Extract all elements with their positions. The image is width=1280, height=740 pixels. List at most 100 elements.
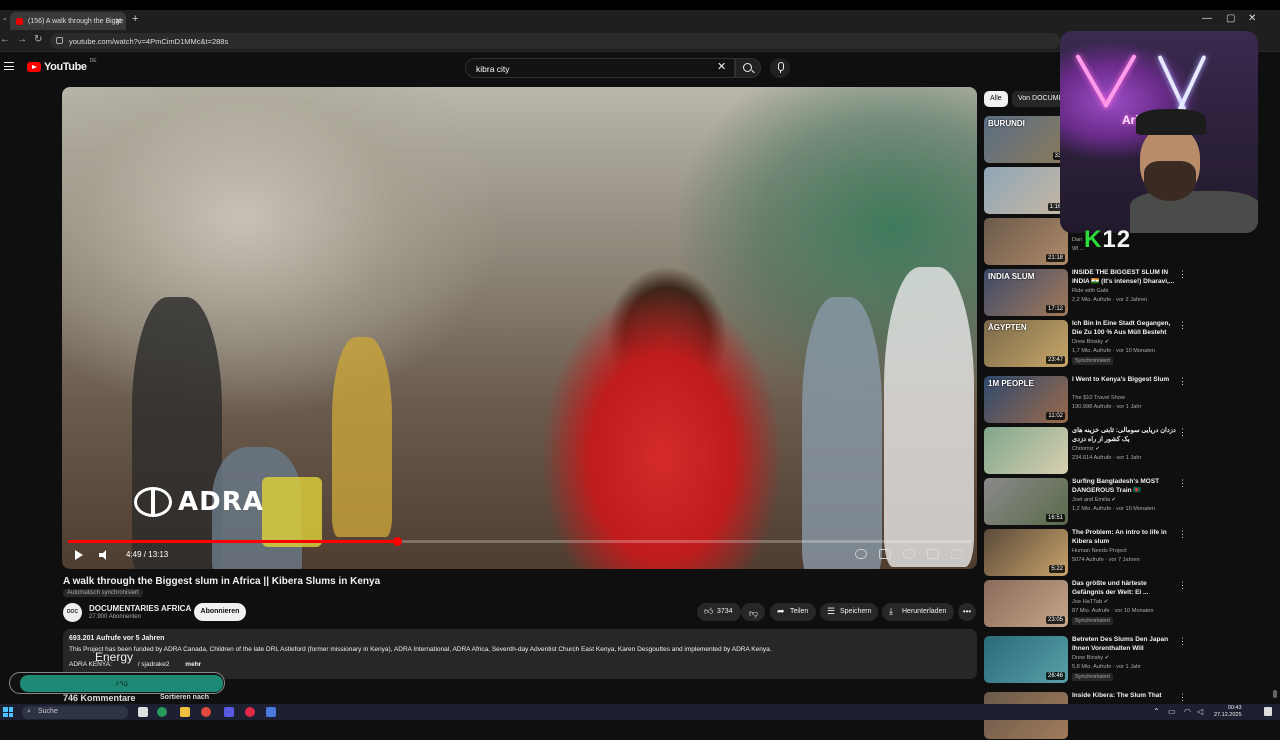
chrome-icon[interactable]	[201, 707, 211, 717]
progress-scrubber-handle[interactable]	[392, 537, 402, 546]
save-button[interactable]: ☰ Speichern	[820, 603, 878, 621]
progress-bar[interactable]	[68, 537, 971, 546]
settings-gear-icon[interactable]	[903, 549, 915, 559]
recommended-video[interactable]: INDIA SLUM 17:12 INSIDE THE BIGGEST SLUM I…	[984, 269, 1274, 317]
channel-name[interactable]: DOCUMENTARIES AFRICA	[89, 604, 191, 613]
taskbar-clock[interactable]: 00:43 27.12.2025	[1214, 705, 1242, 719]
maximize-button[interactable]: ▢	[1226, 13, 1235, 24]
minimize-button[interactable]: —	[1202, 13, 1212, 24]
description-link[interactable]: / sjadrake2	[138, 661, 170, 668]
speaker-icon[interactable]: ◁	[1197, 707, 1203, 716]
app-taskbar-icon[interactable]	[266, 707, 276, 717]
youtube-logo[interactable]: YouTube DE	[27, 58, 97, 73]
dislike-button[interactable]: 👎︎	[741, 603, 765, 621]
recommended-channel-name[interactable]: Ride with Gabi	[1072, 288, 1108, 294]
recommended-video[interactable]: 1M PEOPLE 11:02 I Went to Kenya's Biggest …	[984, 376, 1274, 424]
video-thumbnail[interactable]: 23:05	[984, 580, 1068, 627]
more-options-icon[interactable]: ⋮	[1178, 427, 1187, 438]
url-field[interactable]: youtube.com/watch?v=4PmCimD1MMc&t=288s	[50, 33, 1060, 49]
tab-close-icon[interactable]: ✕	[114, 16, 122, 27]
volume-icon[interactable]	[99, 550, 109, 560]
more-actions-button[interactable]: •••	[958, 603, 976, 621]
video-thumbnail[interactable]: 1:16:	[984, 167, 1068, 214]
video-player[interactable]: ADRA 4:49 / 13:13	[62, 87, 977, 569]
autoplay-toggle-icon[interactable]	[855, 549, 867, 559]
more-options-icon[interactable]: ⋮	[1178, 636, 1187, 647]
more-options-icon[interactable]: ⋮	[1178, 269, 1187, 280]
site-info-icon[interactable]	[56, 37, 63, 44]
more-options-icon[interactable]: ⋮	[1178, 580, 1187, 591]
recommended-channel-name[interactable]: Drew Binsky ✔	[1072, 655, 1109, 661]
theater-mode-icon[interactable]	[927, 549, 939, 559]
clear-search-icon[interactable]: ✕	[717, 60, 726, 73]
share-button[interactable]: ➦ Teilen	[770, 603, 816, 621]
download-button[interactable]: ⤓ Herunterladen	[882, 603, 954, 621]
discord-icon[interactable]	[224, 707, 234, 717]
recommended-video[interactable]: دزدان دریایی سومالی: ثابتی خزینه های یک …	[984, 427, 1274, 475]
more-options-icon[interactable]: ⋮	[1178, 529, 1187, 540]
notifications-icon[interactable]	[1264, 707, 1272, 716]
video-thumbnail[interactable]: 5:22	[984, 529, 1068, 576]
more-options-icon[interactable]: ⋮	[1178, 376, 1187, 387]
play-icon[interactable]	[75, 550, 83, 560]
reload-icon[interactable]: ↻	[34, 34, 42, 45]
recommended-channel-name[interactable]: Drew Binsky ✔	[1072, 339, 1109, 345]
sort-comments-button[interactable]: Sortieren nach	[160, 694, 209, 701]
taskbar-search-box[interactable]: ⌕ Suche	[22, 706, 128, 719]
scrollbar-thumb[interactable]	[1273, 690, 1277, 698]
video-thumbnail[interactable]: INDIA SLUM 17:12	[984, 269, 1068, 316]
close-window-button[interactable]: ✕	[1248, 13, 1256, 24]
recommended-video[interactable]: 16:51 Surfing Bangladesh's MOST DANGEROUS…	[984, 478, 1274, 526]
recording-app-icon[interactable]	[245, 707, 255, 717]
search-button[interactable]	[735, 58, 761, 78]
video-thumbnail[interactable]: 21:18	[984, 218, 1068, 265]
file-explorer-icon[interactable]	[180, 707, 190, 717]
recommended-video[interactable]: 23:05 Das größte und härteste Gefängnis d…	[984, 580, 1274, 628]
video-thumbnail[interactable]: 1M PEOPLE 11:02	[984, 376, 1068, 423]
chip-all[interactable]: Alle	[984, 91, 1008, 107]
neon-light-shape	[1075, 54, 1109, 108]
recommended-channel-name[interactable]: The $10 Travel Show	[1072, 395, 1125, 401]
tab-list-chevron-icon[interactable]: ⌄	[2, 14, 8, 22]
back-arrow-icon[interactable]: ←	[0, 34, 10, 45]
task-view-icon[interactable]	[138, 707, 148, 717]
video-thumbnail[interactable]: 16:51	[984, 478, 1068, 525]
search-input[interactable]: kibra city	[465, 58, 735, 78]
hamburger-menu-icon[interactable]	[4, 62, 14, 70]
tray-network-icon[interactable]: ▭	[1168, 707, 1176, 716]
browser-tab-active[interactable]: (156) A walk through the Bigge ✕	[10, 12, 126, 32]
chip-from-channel[interactable]: Von DOCUMI	[1012, 91, 1067, 107]
video-thumbnail[interactable]: BURUNDI 33:	[984, 116, 1068, 163]
video-thumbnail[interactable]	[984, 427, 1068, 474]
recommended-video[interactable]: ÄGYPTEN 23:47 Ich Bin In Eine Stadt Gegang…	[984, 320, 1274, 368]
edge-browser-icon[interactable]	[157, 707, 167, 717]
recommended-view-count: 234.614 Aufrufe · vor 1 Jahr	[1072, 455, 1142, 461]
recommended-channel-name[interactable]: Dan	[1072, 237, 1082, 243]
recommended-view-count: 98 ...	[1072, 246, 1085, 252]
recommended-video[interactable]: 5:22 The Problem: An intro to life in Kib…	[984, 529, 1274, 577]
recommended-channel-name[interactable]: Human Needs Project	[1072, 548, 1127, 554]
new-tab-button[interactable]: +	[132, 13, 138, 25]
voice-search-microphone-icon[interactable]	[770, 58, 790, 78]
recommended-video[interactable]: 26:46 Betreten Des Slums Den Japan Ihnen …	[984, 636, 1274, 684]
more-options-icon[interactable]: ⋮	[1178, 692, 1187, 703]
description-more-link[interactable]: mehr	[185, 661, 201, 668]
like-button[interactable]: 👍︎ 3734	[697, 603, 741, 621]
subtitles-icon[interactable]	[879, 549, 891, 559]
windows-start-icon[interactable]	[3, 707, 13, 717]
channel-avatar[interactable]: DOC	[63, 603, 82, 622]
tray-overflow-chevron-icon[interactable]: ⌃	[1153, 707, 1160, 716]
more-options-icon[interactable]: ⋮	[1178, 320, 1187, 331]
page-scrollbar[interactable]	[1273, 95, 1277, 705]
wifi-icon[interactable]: ◠	[1184, 707, 1191, 716]
recommended-channel-name[interactable]: Chitomiz ✔	[1072, 446, 1100, 452]
recommended-channel-name[interactable]: Joe HaTTab ✔	[1072, 599, 1108, 605]
video-thumbnail[interactable]: 26:46	[984, 636, 1068, 683]
subscribe-button[interactable]: Abonnieren	[194, 603, 246, 621]
forward-arrow-icon[interactable]: →	[17, 34, 27, 45]
video-thumbnail[interactable]: ÄGYPTEN 23:47	[984, 320, 1068, 367]
taskbar-time: 00:43	[1227, 705, 1242, 711]
recommended-channel-name[interactable]: Joel and Emilia ✔	[1072, 497, 1116, 503]
fullscreen-icon[interactable]	[951, 549, 963, 559]
more-options-icon[interactable]: ⋮	[1178, 478, 1187, 489]
